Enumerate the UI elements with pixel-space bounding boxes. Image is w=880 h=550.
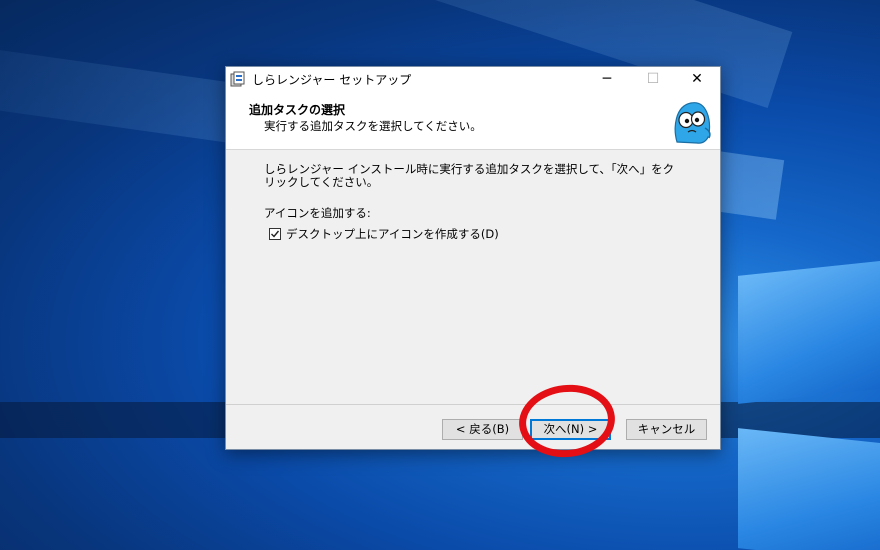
window-title: しらレンジャー セットアップ xyxy=(252,73,412,87)
minimize-button[interactable]: ─ xyxy=(584,67,630,91)
mascot-character-icon xyxy=(667,98,715,146)
wizard-header: 追加タスクの選択 実行する追加タスクを選択してください。 xyxy=(226,91,720,150)
cancel-button[interactable]: キャンセル xyxy=(626,419,707,440)
section-label: アイコンを追加する: xyxy=(264,206,371,220)
footer-divider xyxy=(226,404,720,405)
setup-dialog: しらレンジャー セットアップ ─ ☐ ✕ 追加タスクの選択 実行する追加タスクを… xyxy=(225,66,721,450)
desktop-icon-checkbox-label[interactable]: デスクトップ上にアイコンを作成する(D) xyxy=(286,226,499,242)
desktop-icon-option[interactable]: デスクトップ上にアイコンを作成する(D) xyxy=(269,226,499,242)
windows-logo-pane xyxy=(738,260,880,404)
maximize-button[interactable]: ☐ xyxy=(630,67,676,91)
checkmark-icon xyxy=(271,230,280,238)
desktop-icon-checkbox[interactable] xyxy=(269,228,281,240)
close-button[interactable]: ✕ xyxy=(674,67,720,91)
windows-logo-pane xyxy=(738,428,880,550)
back-button[interactable]: < 戻る(B) xyxy=(442,419,523,440)
installer-app-icon xyxy=(230,71,246,87)
page-subtitle: 実行する追加タスクを選択してください。 xyxy=(264,119,482,133)
title-bar[interactable]: しらレンジャー セットアップ ─ ☐ ✕ xyxy=(226,67,720,91)
instruction-text: しらレンジャー インストール時に実行する追加タスクを選択して、「次へ」をクリック… xyxy=(264,162,675,189)
page-title: 追加タスクの選択 xyxy=(249,103,346,117)
